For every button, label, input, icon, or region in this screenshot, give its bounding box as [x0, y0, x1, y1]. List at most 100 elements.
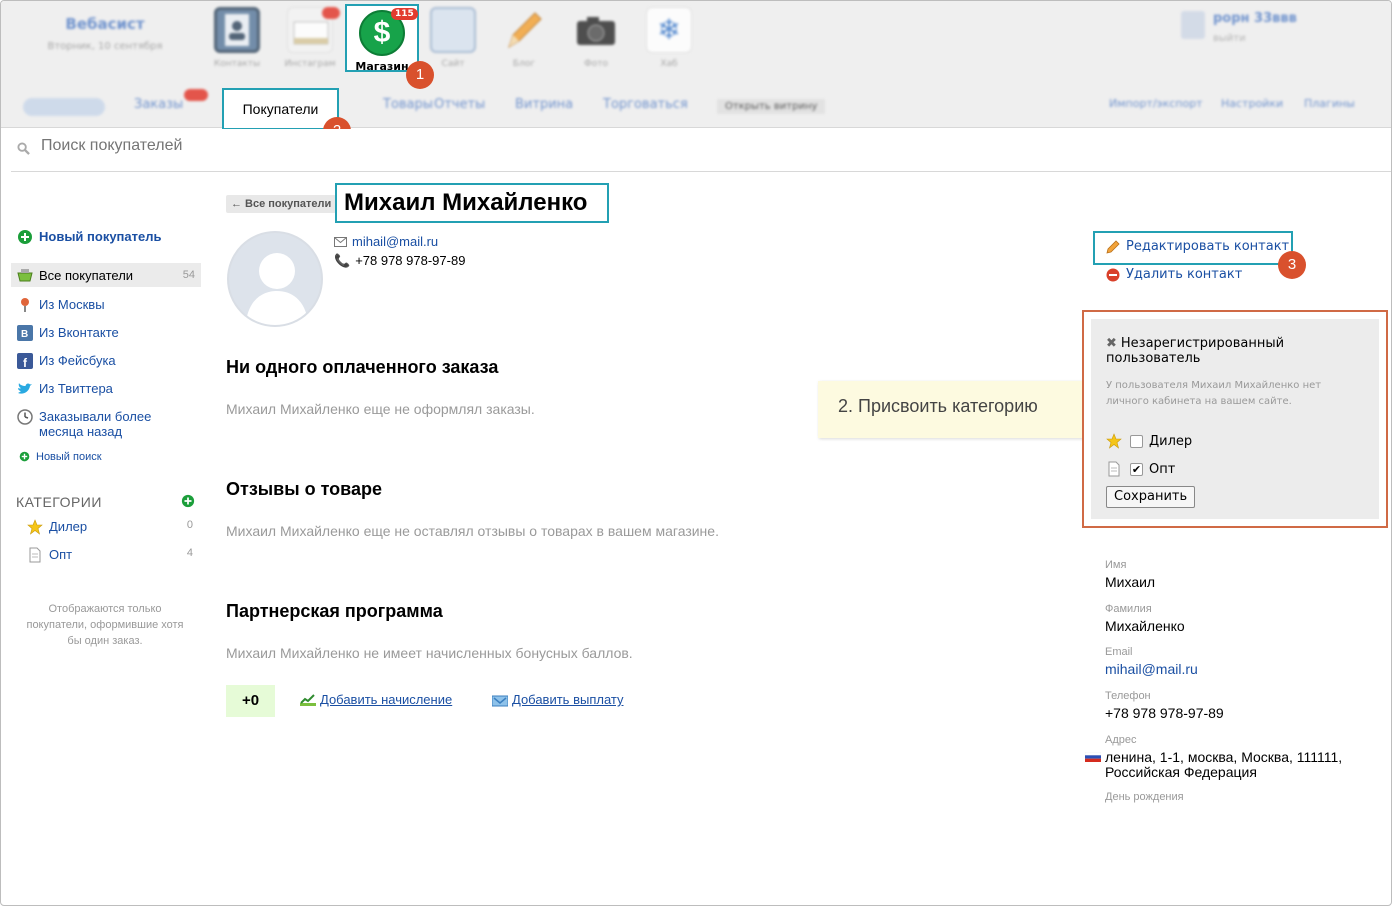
- field-email-link[interactable]: mihail@mail.ru: [1105, 661, 1198, 677]
- user-logout[interactable]: выйти: [1213, 33, 1246, 44]
- panel-header: ✖ Незарегистрированный пользователь: [1106, 336, 1346, 366]
- store-badge: 115: [391, 8, 418, 20]
- search-input[interactable]: [41, 137, 441, 155]
- site-icon: [430, 7, 476, 53]
- vk-icon: B: [17, 325, 33, 341]
- app-store[interactable]: $ 115 Магазин: [345, 4, 419, 73]
- document-icon: [1108, 461, 1120, 477]
- field-label: День рождения: [1105, 791, 1184, 803]
- brand[interactable]: Вебасист Вторник, 10 сентября: [45, 15, 165, 52]
- app-blog[interactable]: Блог: [492, 7, 556, 73]
- plus-circle-icon: [18, 230, 32, 244]
- edit-contact-label: Редактировать контакт: [1126, 239, 1290, 254]
- user-name: рорн 33ввв: [1213, 11, 1297, 26]
- svg-text:B: B: [21, 329, 28, 340]
- sidebar-item-month-ago[interactable]: Заказывали более месяца назад: [11, 409, 201, 439]
- user-menu[interactable]: рорн 33ввв выйти: [1181, 11, 1297, 44]
- tab-settings[interactable]: Настройки: [1221, 97, 1283, 110]
- sidebar-item-count: 54: [182, 269, 195, 281]
- dealer-checkbox[interactable]: [1130, 434, 1143, 448]
- category-count: 0: [186, 519, 193, 531]
- zoom-pill[interactable]: [23, 98, 105, 116]
- star-icon: [27, 519, 43, 535]
- delete-contact-link[interactable]: Удалить контакт: [1106, 267, 1242, 282]
- facebook-icon: f: [17, 353, 33, 369]
- category-panel: ✖ Незарегистрированный пользователь У пол…: [1082, 310, 1388, 528]
- app-site[interactable]: Сайт: [421, 7, 485, 73]
- sidebar-item-all[interactable]: Все покупатели 54: [11, 263, 201, 287]
- brand-subtitle: Вторник, 10 сентября: [47, 41, 163, 52]
- save-button[interactable]: Сохранить: [1106, 486, 1196, 508]
- pencil-icon: [1106, 239, 1120, 254]
- wholesale-checkbox[interactable]: ✔: [1130, 462, 1143, 476]
- add-payout-link[interactable]: Добавить выплату: [492, 692, 623, 707]
- edit-contact-link[interactable]: Редактировать контакт: [1106, 239, 1289, 254]
- field-value: +78 978 978-97-89: [1105, 705, 1224, 721]
- tab-trade[interactable]: Торговаться: [603, 97, 688, 112]
- field-label: Email: [1105, 646, 1133, 658]
- notification-badge: [322, 7, 340, 19]
- sidebar-item-moscow[interactable]: Из Москвы: [11, 297, 201, 313]
- new-search-link[interactable]: Новый поиск: [11, 451, 201, 463]
- top-bar: Вебасист Вторник, 10 сентября Контакты И…: [1, 1, 1391, 128]
- field-email: Email mihail@mail.ru: [1105, 646, 1198, 677]
- avatar: [1181, 11, 1205, 39]
- categories-header: КАТЕГОРИИ: [16, 494, 206, 510]
- callout-3: 3: [1278, 251, 1306, 279]
- add-credit-link[interactable]: Добавить начисление: [300, 692, 452, 707]
- customer-search: [11, 129, 1391, 172]
- affiliate-section-title: Партнерская программа: [226, 601, 443, 621]
- field-label: Адрес: [1105, 734, 1137, 746]
- customer-name: Михаил Михайленко: [335, 183, 609, 223]
- app-photo[interactable]: Фото: [564, 7, 628, 73]
- reviews-section-text: Михаил Михайленко еще не оставлял отзывы…: [226, 523, 719, 539]
- twitter-icon: [18, 383, 32, 394]
- plus-circle-icon: [19, 451, 30, 462]
- categories-title: КАТЕГОРИИ: [16, 494, 102, 510]
- envelope-icon: [334, 236, 347, 247]
- tab-orders[interactable]: Заказы: [134, 97, 183, 112]
- category-dealer[interactable]: Дилер 0: [21, 519, 211, 535]
- sidebar-item-label: Из Твиттера: [39, 381, 113, 396]
- field-address: Адрес ленина, 1-1, москва, Москва, 11111…: [1105, 734, 1375, 780]
- new-customer-link[interactable]: Новый покупатель: [11, 229, 201, 245]
- phone-icon: 📞: [334, 252, 351, 268]
- back-to-all-customers[interactable]: ← Все покупатели: [226, 195, 337, 213]
- default-user-icon: [245, 253, 309, 325]
- tab-customers[interactable]: Покупатели: [222, 88, 339, 130]
- tab-import-export[interactable]: Импорт/экспорт: [1109, 97, 1203, 110]
- add-credit-label: Добавить начисление: [320, 692, 453, 707]
- field-label: Телефон: [1105, 690, 1151, 702]
- app-instagram[interactable]: Инстаграм: [278, 7, 342, 73]
- tab-reports[interactable]: Отчеты: [434, 97, 485, 112]
- open-storefront-button[interactable]: Открыть витрину: [717, 99, 826, 114]
- tab-plugins[interactable]: Плагины: [1304, 97, 1355, 110]
- customer-email[interactable]: mihail@mail.ru: [352, 234, 438, 249]
- orders-section-title: Ни одного оплаченного заказа: [226, 357, 499, 377]
- category-label: Опт: [49, 547, 73, 562]
- app-contacts[interactable]: Контакты: [205, 7, 269, 73]
- minus-circle-icon: [1106, 268, 1120, 281]
- category-wholesale[interactable]: Опт 4: [21, 547, 211, 563]
- new-search-label[interactable]: Новый поиск: [36, 451, 102, 463]
- tab-storefront[interactable]: Витрина: [515, 97, 573, 112]
- category-hint-tooltip: 2. Присвоить категорию: [818, 381, 1086, 438]
- add-payout-label: Добавить выплату: [512, 692, 624, 707]
- search-icon: [17, 142, 30, 155]
- sidebar-item-vk[interactable]: B Из Вконтакте: [11, 325, 201, 341]
- category-option-wholesale[interactable]: ✔ Опт: [1106, 461, 1175, 477]
- app-label: Контакты: [213, 59, 261, 69]
- camera-icon: [573, 7, 619, 53]
- sidebar-item-twitter[interactable]: Из Твиттера: [11, 381, 201, 397]
- pencil-icon: [501, 7, 547, 53]
- add-category-icon[interactable]: [181, 494, 195, 508]
- app-hub[interactable]: ❄ Хаб: [637, 7, 701, 73]
- category-option-dealer[interactable]: Дилер: [1106, 433, 1192, 449]
- field-value: ленина, 1-1, москва, Москва, 111111, Рос…: [1105, 749, 1343, 780]
- tab-products[interactable]: Товары: [383, 97, 433, 112]
- sidebar-item-facebook[interactable]: f Из Фейсбука: [11, 353, 201, 369]
- contact-info: mihail@mail.ru 📞 +78 978 978-97-89: [334, 232, 465, 270]
- field-last-name: Фамилия Михайленко: [1105, 603, 1185, 634]
- new-customer-label[interactable]: Новый покупатель: [39, 229, 161, 244]
- option-label: Дилер: [1149, 433, 1193, 449]
